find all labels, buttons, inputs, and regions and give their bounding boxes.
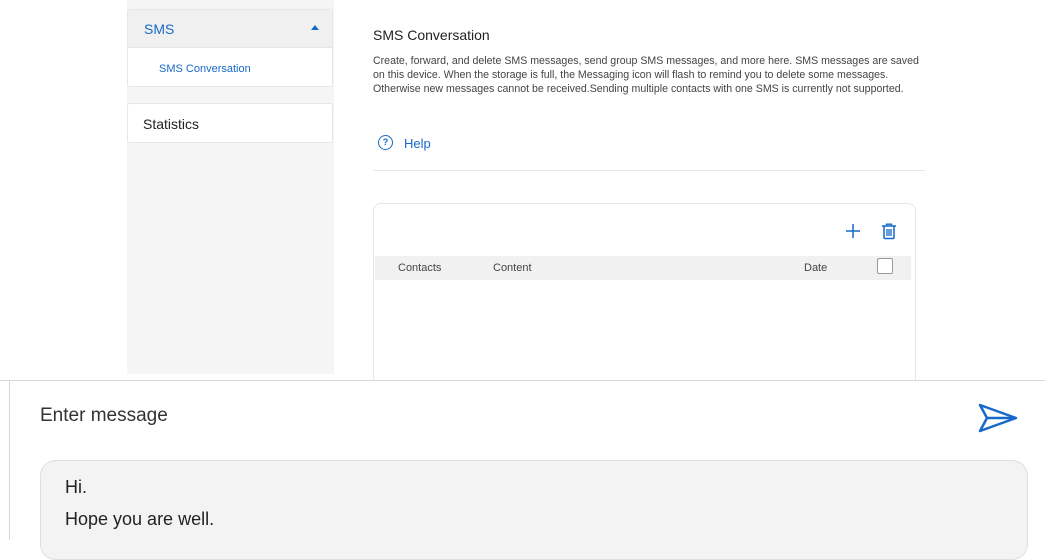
help-label: Help xyxy=(404,136,431,151)
select-all-checkbox[interactable] xyxy=(877,258,893,274)
message-text-line-2: Hope you are well. xyxy=(65,509,215,529)
sidebar-item-sms-label: SMS xyxy=(144,21,175,37)
sidebar-item-statistics[interactable]: Statistics xyxy=(127,103,333,143)
caret-up-icon[interactable] xyxy=(311,25,319,30)
column-header-contacts: Contacts xyxy=(398,262,442,274)
page-description: Create, forward, and delete SMS messages… xyxy=(373,55,919,95)
trash-icon[interactable] xyxy=(880,222,898,240)
send-icon[interactable] xyxy=(978,402,1018,434)
compose-title: Enter message xyxy=(40,405,168,426)
messages-panel xyxy=(373,203,916,393)
message-text-line-1: Hi. xyxy=(65,477,87,497)
compose-panel-edge xyxy=(9,381,10,540)
section-divider xyxy=(373,170,925,171)
plus-icon[interactable] xyxy=(844,222,862,240)
column-header-content: Content xyxy=(493,262,532,274)
compose-panel: Enter message Hi. Hope you are well. xyxy=(0,380,1045,560)
help-circle-icon: ? xyxy=(378,135,393,150)
message-input[interactable]: Hi. Hope you are well. xyxy=(40,460,1028,560)
sidebar-sms-menu: SMS SMS Conversation xyxy=(127,9,333,87)
sidebar-item-sms-conversation[interactable]: SMS Conversation xyxy=(159,63,251,75)
page-title: SMS Conversation xyxy=(373,27,490,43)
column-header-date: Date xyxy=(804,262,828,274)
sidebar-item-statistics-label: Statistics xyxy=(143,116,200,132)
table-header: Contacts Content Date xyxy=(375,256,911,280)
sidebar-item-sms[interactable]: SMS xyxy=(128,10,332,48)
